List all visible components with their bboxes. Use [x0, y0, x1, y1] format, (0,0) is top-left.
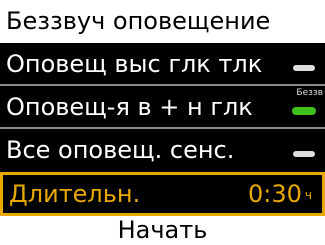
duration-value: 0:30 ч	[248, 175, 312, 214]
duration-label: Длительн.	[9, 180, 141, 208]
duration-unit: ч	[304, 188, 312, 202]
menu-item-label: Все оповещ. сенс.	[6, 136, 235, 164]
menu-item-all-sensor-alerts[interactable]: Все оповещ. сенс.	[0, 129, 325, 172]
silence-alerts-screen: Беззвуч оповещение Оповещ выс глк тлк Оп…	[0, 0, 325, 245]
menu-item-label: Оповещ выс глк тлк	[6, 50, 263, 78]
screen-title: Беззвуч оповещение	[0, 0, 325, 43]
start-button[interactable]: Начать	[0, 216, 325, 245]
menu-item-rise-fall-alert[interactable]: Оповещ-я в + н глк Беззв	[0, 86, 325, 129]
toggle-on-icon[interactable]	[293, 108, 315, 114]
toggle-off-icon[interactable]	[293, 151, 315, 157]
toggle-off-icon[interactable]	[293, 65, 315, 71]
duration-row[interactable]: Длительн. 0:30 ч	[0, 172, 325, 216]
duration-time: 0:30	[248, 180, 302, 208]
menu-item-label: Оповещ-я в + н глк	[6, 93, 253, 121]
menu-item-high-low-alert[interactable]: Оповещ выс глк тлк	[0, 43, 325, 86]
toggle-tag: Беззв	[296, 88, 323, 98]
